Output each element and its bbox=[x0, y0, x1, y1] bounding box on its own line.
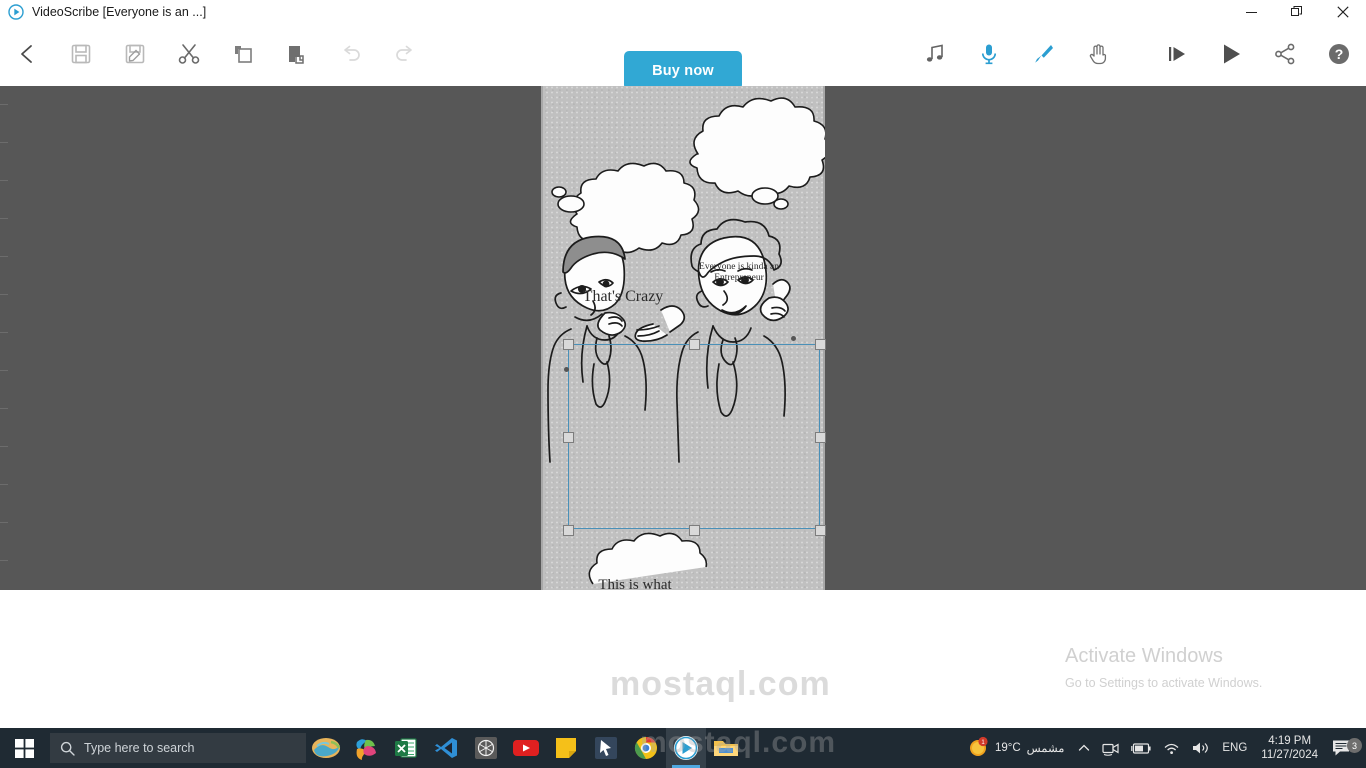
paste-icon[interactable] bbox=[280, 37, 314, 71]
anchor-dot[interactable] bbox=[791, 336, 796, 341]
notification-count: 3 bbox=[1347, 738, 1362, 753]
resize-handle-nw[interactable] bbox=[563, 339, 574, 350]
hand-icon[interactable] bbox=[1081, 37, 1115, 71]
microphone-icon[interactable] bbox=[972, 37, 1006, 71]
music-icon[interactable] bbox=[918, 37, 952, 71]
windows-taskbar: Type here to search 1 19°C مشمس ENG 4:19… bbox=[0, 728, 1366, 768]
undo-icon[interactable] bbox=[334, 37, 368, 71]
resize-handle-n[interactable] bbox=[689, 339, 700, 350]
taskbar-youtube[interactable] bbox=[506, 728, 546, 768]
svg-text:?: ? bbox=[1335, 46, 1344, 62]
resize-handle-se[interactable] bbox=[815, 525, 826, 536]
buy-now-button[interactable]: Buy now bbox=[624, 51, 742, 90]
taskbar-chatgpt[interactable] bbox=[466, 728, 506, 768]
canvas-bubble-text-3: This is what bbox=[598, 577, 672, 590]
save-as-icon[interactable] bbox=[118, 37, 152, 71]
taskbar-file-explorer[interactable] bbox=[706, 728, 746, 768]
language-indicator[interactable]: ENG bbox=[1216, 742, 1253, 754]
window-controls bbox=[1228, 0, 1366, 24]
show-hidden-icons-button[interactable] bbox=[1072, 742, 1096, 754]
minimize-button[interactable] bbox=[1228, 0, 1274, 24]
paintbrush-icon[interactable] bbox=[1026, 37, 1060, 71]
timeline-panel: 00:00 00:02.7 bbox=[0, 590, 1366, 718]
battery-tray-icon[interactable] bbox=[1125, 742, 1157, 755]
search-icon bbox=[60, 741, 75, 756]
taskbar-videoscribe[interactable] bbox=[666, 728, 706, 768]
notifications-button[interactable]: 3 bbox=[1326, 738, 1366, 757]
search-placeholder: Type here to search bbox=[84, 741, 195, 755]
rotate-handle[interactable] bbox=[564, 367, 569, 372]
camera-tray-icon[interactable] bbox=[1096, 741, 1125, 756]
cut-icon[interactable] bbox=[172, 37, 206, 71]
window-title: VideoScribe [Everyone is an ...] bbox=[32, 5, 207, 19]
resize-handle-s[interactable] bbox=[689, 525, 700, 536]
start-button[interactable] bbox=[0, 728, 48, 768]
copy-icon[interactable] bbox=[226, 37, 260, 71]
title-bar: VideoScribe [Everyone is an ...] bbox=[0, 0, 1366, 24]
taskbar-sticky-notes[interactable] bbox=[546, 728, 586, 768]
weather-widget[interactable]: 1 19°C مشمس bbox=[959, 736, 1072, 761]
close-button[interactable] bbox=[1320, 0, 1366, 24]
volume-tray-icon[interactable] bbox=[1186, 741, 1216, 755]
weather-desc: مشمس bbox=[1026, 743, 1065, 755]
resize-handle-ne[interactable] bbox=[815, 339, 826, 350]
redo-icon[interactable] bbox=[388, 37, 422, 71]
system-tray: 1 19°C مشمس ENG 4:19 PM 11/27/2024 3 bbox=[959, 728, 1366, 768]
selection-box[interactable] bbox=[563, 336, 826, 536]
play-icon[interactable] bbox=[1214, 37, 1248, 71]
save-icon[interactable] bbox=[64, 37, 98, 71]
help-icon[interactable]: ? bbox=[1322, 37, 1356, 71]
taskbar-vscode[interactable] bbox=[426, 728, 466, 768]
resize-handle-e[interactable] bbox=[815, 432, 826, 443]
clock-date: 11/27/2024 bbox=[1261, 749, 1318, 761]
resize-handle-w[interactable] bbox=[563, 432, 574, 443]
main-toolbar: Buy now There are 6 days of your free tr… bbox=[0, 24, 1366, 110]
maximize-button[interactable] bbox=[1274, 0, 1320, 24]
canvas-ruler bbox=[0, 86, 8, 590]
taskbar-office[interactable] bbox=[346, 728, 386, 768]
weather-temp: 19°C bbox=[994, 742, 1021, 754]
wifi-tray-icon[interactable] bbox=[1157, 741, 1186, 755]
back-icon[interactable] bbox=[10, 37, 44, 71]
search-input[interactable]: Type here to search bbox=[50, 733, 306, 763]
share-icon[interactable] bbox=[1268, 37, 1302, 71]
resize-handle-sw[interactable] bbox=[563, 525, 574, 536]
taskbar-excel[interactable] bbox=[386, 728, 426, 768]
taskbar-chrome[interactable] bbox=[626, 728, 666, 768]
canvas-area[interactable]: That's Crazy Everyone is kinda an Entrepr… bbox=[0, 86, 1366, 590]
clock-time: 4:19 PM bbox=[1268, 735, 1312, 747]
taskbar-weather-map[interactable] bbox=[306, 728, 346, 768]
taskbar-cursor-app[interactable] bbox=[586, 728, 626, 768]
sun-icon: 1 bbox=[967, 736, 989, 761]
canvas-bubble-text-1: That's Crazy bbox=[582, 288, 664, 305]
videoscribe-play-icon bbox=[8, 4, 24, 20]
play-from-here-icon[interactable] bbox=[1160, 37, 1194, 71]
clock[interactable]: 4:19 PM 11/27/2024 bbox=[1253, 734, 1326, 762]
canvas-bubble-text-2: Everyone is kinda an Entrepreneur bbox=[699, 262, 779, 283]
